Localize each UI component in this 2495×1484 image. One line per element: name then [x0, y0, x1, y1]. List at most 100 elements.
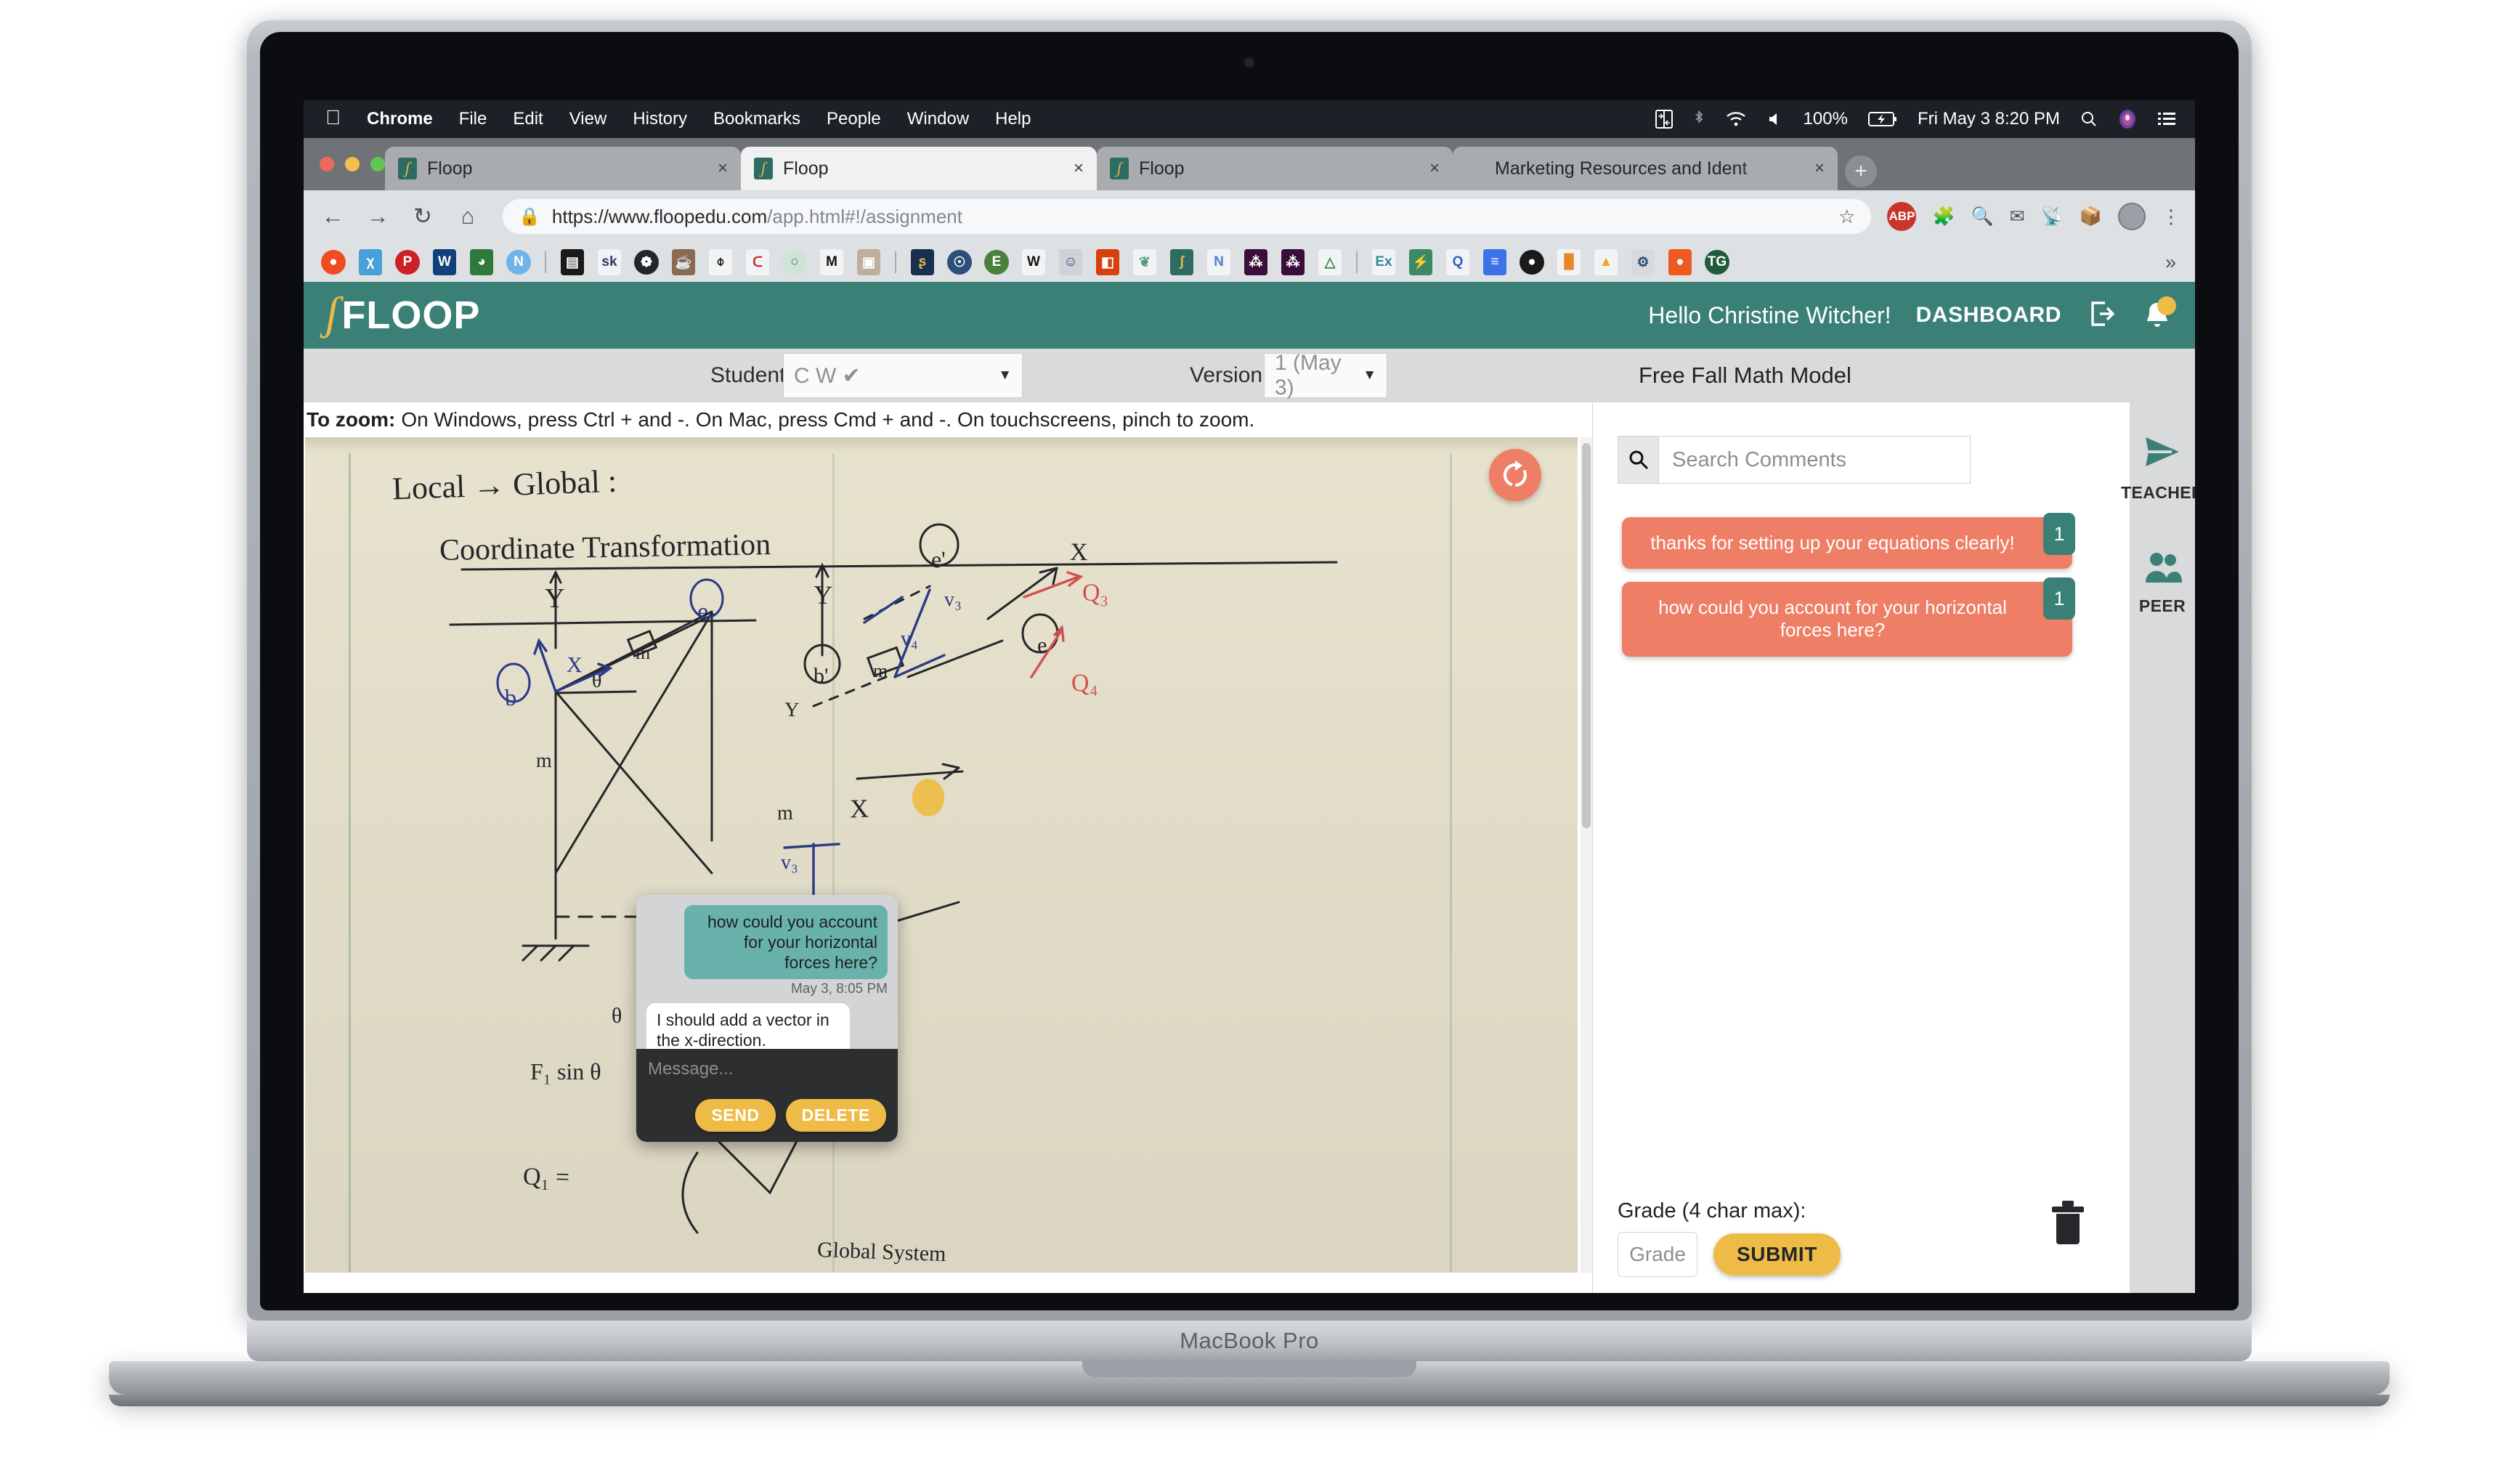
search-zoom-icon[interactable]: 🔍: [1971, 206, 1994, 227]
bookmark-green-leaf[interactable]: ❦: [1128, 248, 1161, 277]
bookmark-noaa[interactable]: N: [502, 248, 535, 277]
bookmark-floop-bookmark[interactable]: ʃ: [1165, 248, 1198, 277]
spotlight-search-icon[interactable]: [2080, 110, 2098, 128]
delete-button[interactable]: DELETE: [785, 1099, 886, 1132]
menu-edit[interactable]: Edit: [513, 109, 543, 129]
bookmark-windy-map[interactable]: ◕: [465, 248, 498, 277]
profile-avatar-icon[interactable]: [2118, 203, 2146, 230]
bookmark-analytics[interactable]: █: [1552, 248, 1586, 277]
bookmark-coffee-cup[interactable]: ☕: [667, 248, 700, 277]
canvas-scrollbar-thumb[interactable]: [1582, 443, 1591, 828]
kebab-menu-icon[interactable]: ⋮: [2162, 206, 2180, 228]
bookmark-slack-2[interactable]: ⁂: [1276, 248, 1310, 277]
archive-icon[interactable]: 📦: [2080, 206, 2102, 227]
bookmark-robot[interactable]: ⚙: [1626, 248, 1660, 277]
chat-compose-area[interactable]: Message... SEND DELETE: [636, 1049, 898, 1142]
bookmark-slack-1[interactable]: ⁂: [1239, 248, 1273, 277]
version-select[interactable]: 1 (May 3) ▼: [1264, 351, 1387, 400]
menu-people[interactable]: People: [827, 109, 881, 129]
new-tab-button[interactable]: +: [1845, 155, 1877, 187]
star-icon[interactable]: ☆: [1838, 206, 1855, 228]
bookmark-news-press[interactable]: ▤: [556, 248, 589, 277]
close-window-button[interactable]: [320, 157, 334, 171]
bookmark-chili-pepper[interactable]: ᑕ: [741, 248, 774, 277]
bookmark-etsy[interactable]: E: [980, 248, 1013, 277]
grade-input[interactable]: Grade: [1618, 1232, 1697, 1277]
menu-window[interactable]: Window: [907, 109, 969, 129]
search-icon[interactable]: [1618, 436, 1658, 484]
mail-icon[interactable]: ✉: [2010, 206, 2025, 227]
bookmarks-overflow-icon[interactable]: »: [2165, 251, 2182, 274]
search-comments-row[interactable]: Search Comments: [1618, 436, 1971, 484]
bookmark-quora[interactable]: Q: [1441, 248, 1474, 277]
bookmark-excel-ex[interactable]: Ex: [1367, 248, 1400, 277]
tab-close-icon[interactable]: ×: [1814, 158, 1825, 179]
notification-bell-icon[interactable]: [2141, 296, 2176, 333]
back-arrow-icon[interactable]: ←: [318, 202, 347, 231]
forward-arrow-icon[interactable]: →: [363, 202, 392, 231]
bluetooth-icon[interactable]: [1693, 110, 1705, 129]
menu-chrome[interactable]: Chrome: [367, 109, 433, 129]
bookmark-google-drive[interactable]: △: [1313, 248, 1347, 277]
bookmark-blue-n[interactable]: N: [1202, 248, 1236, 277]
bookmark-pig-recipes[interactable]: ❁: [630, 248, 663, 277]
bookmark-noodle-bowl[interactable]: ⌽: [704, 248, 737, 277]
bookmark-column-logo[interactable]: ☉: [943, 248, 976, 277]
chat-bubble[interactable]: how could you account for your horizonta…: [684, 905, 888, 980]
tab-close-icon[interactable]: ×: [1074, 158, 1084, 179]
browser-tab-1[interactable]: ʃ Floop ×: [385, 147, 741, 190]
student-select[interactable]: C W ✔ ▼: [783, 353, 1023, 398]
bookmark-medium[interactable]: M: [815, 248, 848, 277]
trash-icon[interactable]: [2048, 1199, 2088, 1249]
bookmark-weather-channel[interactable]: W: [428, 248, 461, 277]
comment-thread-popup[interactable]: how could you account for your horizonta…: [636, 895, 898, 1142]
bookmark-orange-face[interactable]: ●: [1663, 248, 1697, 277]
tab-close-icon[interactable]: ×: [718, 158, 728, 179]
search-comments-input[interactable]: Search Comments: [1658, 436, 1971, 484]
comment-card[interactable]: how could you account for your horizonta…: [1622, 577, 2075, 657]
rss-icon[interactable]: 📡: [2041, 206, 2064, 227]
bookmark-sk-site[interactable]: sk: [593, 248, 626, 277]
bookmark-github[interactable]: ●: [1515, 248, 1549, 277]
floop-logo[interactable]: ʃ FLOOP: [325, 290, 480, 338]
puzzle-extension-icon[interactable]: 🧩: [1932, 206, 1955, 227]
comment-card[interactable]: thanks for setting up your equations cle…: [1622, 513, 2075, 569]
bookmark-firebase[interactable]: ▲: [1589, 248, 1623, 277]
battery-charging-icon[interactable]: [1867, 111, 1897, 127]
apple-logo-icon[interactable]: : [325, 108, 341, 128]
chat-message-input[interactable]: Message...: [648, 1059, 886, 1079]
menu-view[interactable]: View: [569, 109, 607, 129]
chat-bubble[interactable]: I should add a vector in the x-direction…: [646, 1003, 850, 1049]
menu-history[interactable]: History: [633, 109, 687, 129]
bookmark-love-beer[interactable]: ○: [778, 248, 811, 277]
bookmark-photo-site[interactable]: ▣: [852, 248, 885, 277]
bookmark-person-clock[interactable]: ☺: [1054, 248, 1087, 277]
menu-file[interactable]: File: [459, 109, 487, 129]
browser-tab-3[interactable]: ʃ Floop ×: [1097, 147, 1453, 190]
rail-item-peer[interactable]: PEER: [2139, 551, 2186, 616]
notification-center-icon[interactable]: [2157, 111, 2176, 127]
browser-tab-2[interactable]: ʃ Floop ×: [741, 147, 1097, 190]
screen-mirroring-icon[interactable]: [1655, 110, 1673, 129]
bookmark-pinterest[interactable]: P: [391, 248, 424, 277]
siri-icon[interactable]: [2118, 109, 2137, 129]
bookmark-office[interactable]: ◧: [1091, 248, 1124, 277]
canvas-scrollbar[interactable]: [1581, 437, 1592, 1273]
bookmark-reddit[interactable]: ●: [317, 248, 350, 277]
bookmark-green-bolt[interactable]: ⚡: [1404, 248, 1437, 277]
minimize-window-button[interactable]: [345, 157, 360, 171]
rotate-image-button[interactable]: [1489, 449, 1541, 501]
reload-icon[interactable]: ↻: [408, 202, 437, 231]
dashboard-button[interactable]: DASHBOARD: [1916, 303, 2061, 328]
wifi-icon[interactable]: [1725, 110, 1747, 128]
logout-icon[interactable]: [2086, 299, 2117, 333]
volume-icon[interactable]: [1767, 111, 1783, 127]
rail-item-teacher[interactable]: TEACHER: [2121, 431, 2195, 503]
adblock-plus-icon[interactable]: ABP: [1887, 202, 1917, 231]
maximize-window-button[interactable]: [370, 157, 385, 171]
yellow-highlight-marker[interactable]: [912, 779, 944, 816]
bookmark-blue-list[interactable]: ≡: [1478, 248, 1512, 277]
submit-button[interactable]: SUBMIT: [1713, 1233, 1841, 1276]
browser-tab-4[interactable]:  Marketing Resources and Ident ×: [1453, 147, 1838, 190]
bookmark-navy-logo[interactable]: ʂ: [906, 248, 939, 277]
